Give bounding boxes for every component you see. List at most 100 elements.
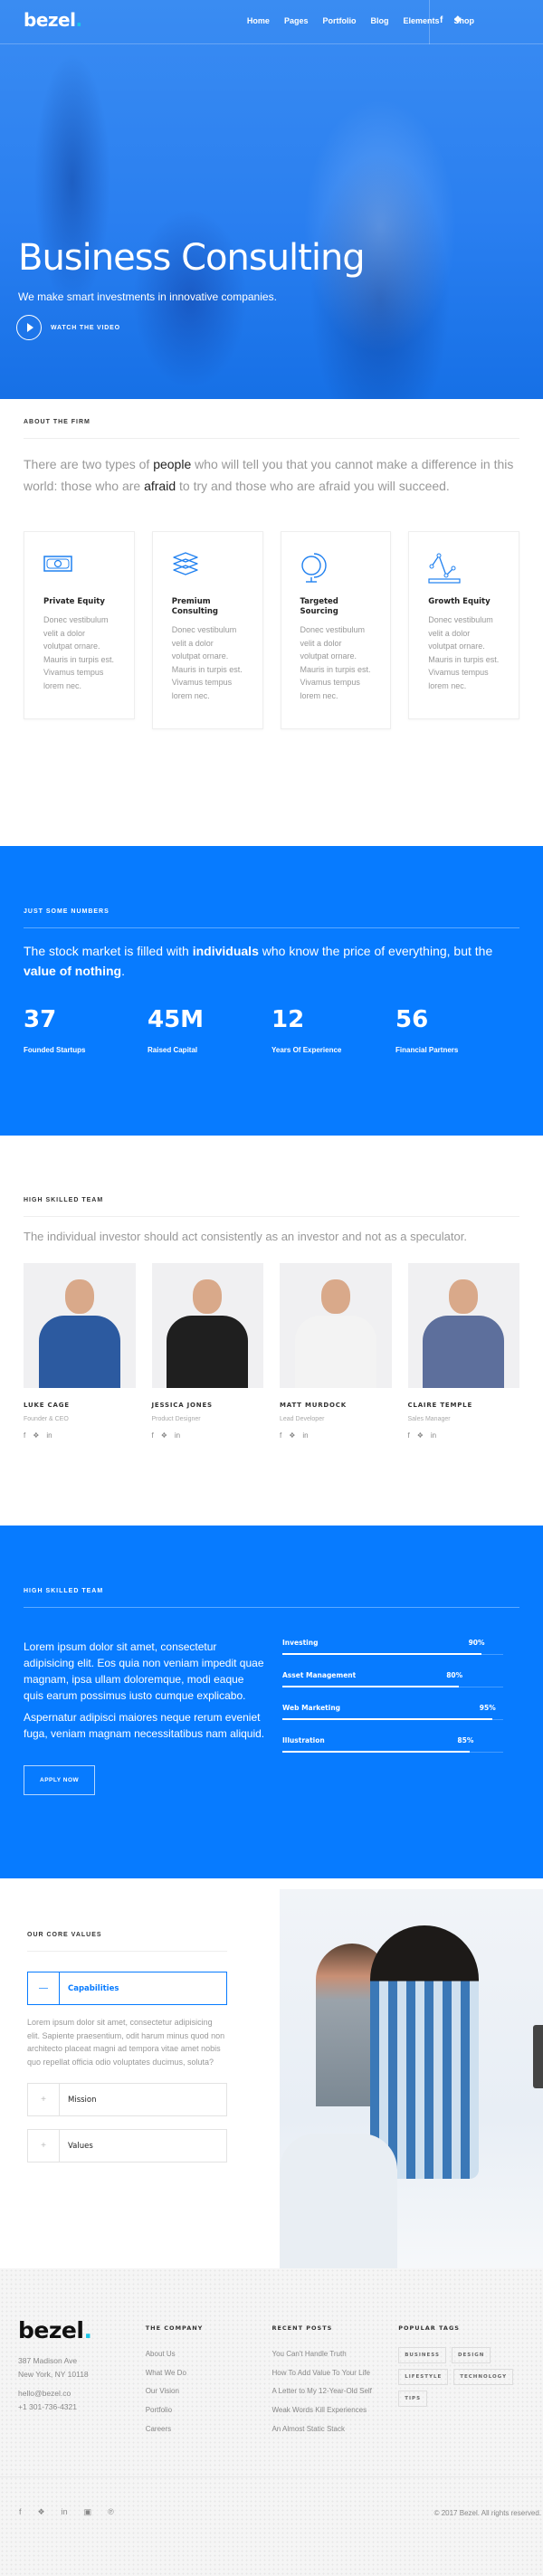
skills-paragraph: Lorem ipsum dolor sit amet, consectetur … [24,1640,264,1702]
team-member[interactable]: LUKE CAGE Founder & CEO f ❖ in [24,1263,136,1440]
pinterest-icon[interactable]: ℗ [108,2507,114,2517]
accordion-capabilities[interactable]: — Capabilities [27,1972,227,2005]
line-chart-icon [428,552,500,586]
address: 387 Madison Ave New York, NY 10118 [18,2356,89,2379]
facebook-icon[interactable]: f [440,15,443,25]
twitter-icon[interactable]: ❖ [33,1431,39,1440]
accordion-body: Lorem ipsum dolor sit amet, consectetur … [27,2018,225,2067]
team-member[interactable]: CLAIRE TEMPLE Sales Manager f ❖ in [407,1263,519,1440]
photo-head [193,1279,223,1314]
footer-logo[interactable]: bezel. [18,2317,146,2343]
post-link[interactable]: Weak Words Kill Experiences [272,2406,398,2415]
footer-link[interactable]: What We Do [146,2369,272,2378]
photo-body [423,1316,505,1388]
member-role: Sales Manager [407,1416,451,1422]
menu-item-portfolio[interactable]: Portfolio [322,16,356,25]
skill-label: Investing [282,1639,319,1647]
menu-item-home[interactable]: Home [247,16,270,25]
stat-value: 45M [148,1006,205,1033]
email-link[interactable]: hello@bezel.co [18,2387,146,2400]
service-card[interactable]: Private Equity Donec vestibulum velit a … [24,531,135,719]
footer-link[interactable]: Portfolio [146,2406,272,2415]
skill-label: Asset Management [282,1671,357,1679]
service-card[interactable]: Premium Consulting Donec vestibulum veli… [151,531,263,729]
accordion-mission[interactable]: + Mission [27,2083,227,2116]
twitter-icon[interactable]: ❖ [453,15,462,25]
footer-tags: POPULAR TAGS BUSINESS DESIGN LIFESTYLE T… [398,2317,525,2443]
twitter-icon[interactable]: ❖ [289,1431,295,1440]
footer-link[interactable]: Careers [146,2425,272,2434]
footer-social: f ❖ in ▣ ℗ [19,2507,114,2517]
linkedin-icon[interactable]: in [46,1431,52,1440]
card-title: Private Equity [43,597,105,606]
divider [24,438,519,439]
apply-now-button[interactable]: APPLY NOW [24,1765,96,1795]
member-name: JESSICA JONES [151,1402,213,1409]
about-lead: There are two types of people who will t… [24,457,514,493]
skill-fill [282,1686,460,1687]
post-link[interactable]: An Almost Static Stack [272,2425,398,2434]
post-link[interactable]: How To Add Value To Your Life [272,2369,398,2378]
company-links: About Us What We Do Our Vision Portfolio… [146,2350,272,2434]
stat-value: 56 [395,1006,429,1033]
member-photo [151,1263,263,1388]
service-card[interactable]: Targeted Sourcing Donec vestibulum velit… [280,531,392,729]
facebook-icon[interactable]: f [280,1431,281,1440]
accordion-title: Mission [68,2095,97,2105]
plus-icon: + [28,2130,60,2162]
menu-item-elements[interactable]: Elements [403,16,439,25]
skill-fill [282,1751,471,1753]
service-card[interactable]: Growth Equity Donec vestibulum velit a d… [408,531,519,719]
facebook-icon[interactable]: f [24,1431,25,1440]
tag[interactable]: BUSINESS [398,2347,446,2363]
tag[interactable]: DESIGN [451,2347,491,2363]
footer-link[interactable]: Our Vision [146,2387,272,2396]
footer-link[interactable]: About Us [146,2350,272,2359]
nav-divider [429,0,430,44]
divider [24,927,519,928]
menu-item-blog[interactable]: Blog [370,16,388,25]
twitter-icon[interactable]: ❖ [161,1431,167,1440]
accordion-values[interactable]: + Values [27,2129,227,2163]
hero-section: bezel. Home Pages Portfolio Blog Element… [0,0,543,399]
skill-value: 85% [457,1736,474,1744]
about-section: ABOUT THE FIRM There are two types of pe… [0,399,543,846]
skill-bar: Illustration 85% [282,1736,503,1769]
contact-info: hello@bezel.co +1 301-736-4321 [18,2387,146,2413]
facebook-icon[interactable]: f [152,1431,154,1440]
watch-video-button[interactable]: WATCH THE VIDEO [16,315,120,340]
member-name: LUKE CAGE [24,1402,70,1409]
menu-item-pages[interactable]: Pages [284,16,309,25]
stat-item: 56 Financial Partners [395,1006,519,1054]
footer-recent-posts: RECENT POSTS You Can't Handle Truth How … [272,2317,398,2443]
money-bill-icon [43,552,115,586]
skill-fill [282,1718,492,1720]
twitter-icon[interactable]: ❖ [38,2507,45,2517]
linkedin-icon[interactable]: in [302,1431,308,1440]
post-link[interactable]: You Can't Handle Truth [272,2350,398,2359]
linkedin-icon[interactable]: in [431,1431,436,1440]
twitter-icon[interactable]: ❖ [417,1431,424,1440]
stat-label: Financial Partners [395,1046,459,1054]
stat-label: Founded Startups [24,1046,86,1054]
tag[interactable]: TECHNOLOGY [453,2369,514,2385]
linkedin-icon[interactable]: in [175,1431,180,1440]
instagram-icon[interactable]: ▣ [84,2507,92,2517]
skill-value: 80% [446,1671,463,1679]
team-member[interactable]: MATT MURDOCK Lead Developer f ❖ in [280,1263,392,1440]
skill-bar: Web Marketing 95% [282,1704,503,1736]
tag[interactable]: TIPS [398,2391,428,2407]
card-title: Premium Consulting [171,597,219,616]
section-label: JUST SOME NUMBERS [24,908,110,915]
skills-text: Lorem ipsum dolor sit amet, consectetur … [24,1639,266,1795]
skills-paragraph: Aspernatur adipisci maiores neque rerum … [24,1711,265,1740]
post-link[interactable]: A Letter to My 12-Year-Old Self [272,2387,398,2396]
logo[interactable]: bezel. [24,9,82,31]
section-label: OUR CORE VALUES [27,1932,102,1938]
facebook-icon[interactable]: f [408,1431,410,1440]
accordion-title: Capabilities [68,1983,119,1993]
facebook-icon[interactable]: f [19,2507,22,2517]
team-member[interactable]: JESSICA JONES Product Designer f ❖ in [151,1263,263,1440]
linkedin-icon[interactable]: in [62,2507,68,2517]
tag[interactable]: LIFESTYLE [398,2369,449,2385]
